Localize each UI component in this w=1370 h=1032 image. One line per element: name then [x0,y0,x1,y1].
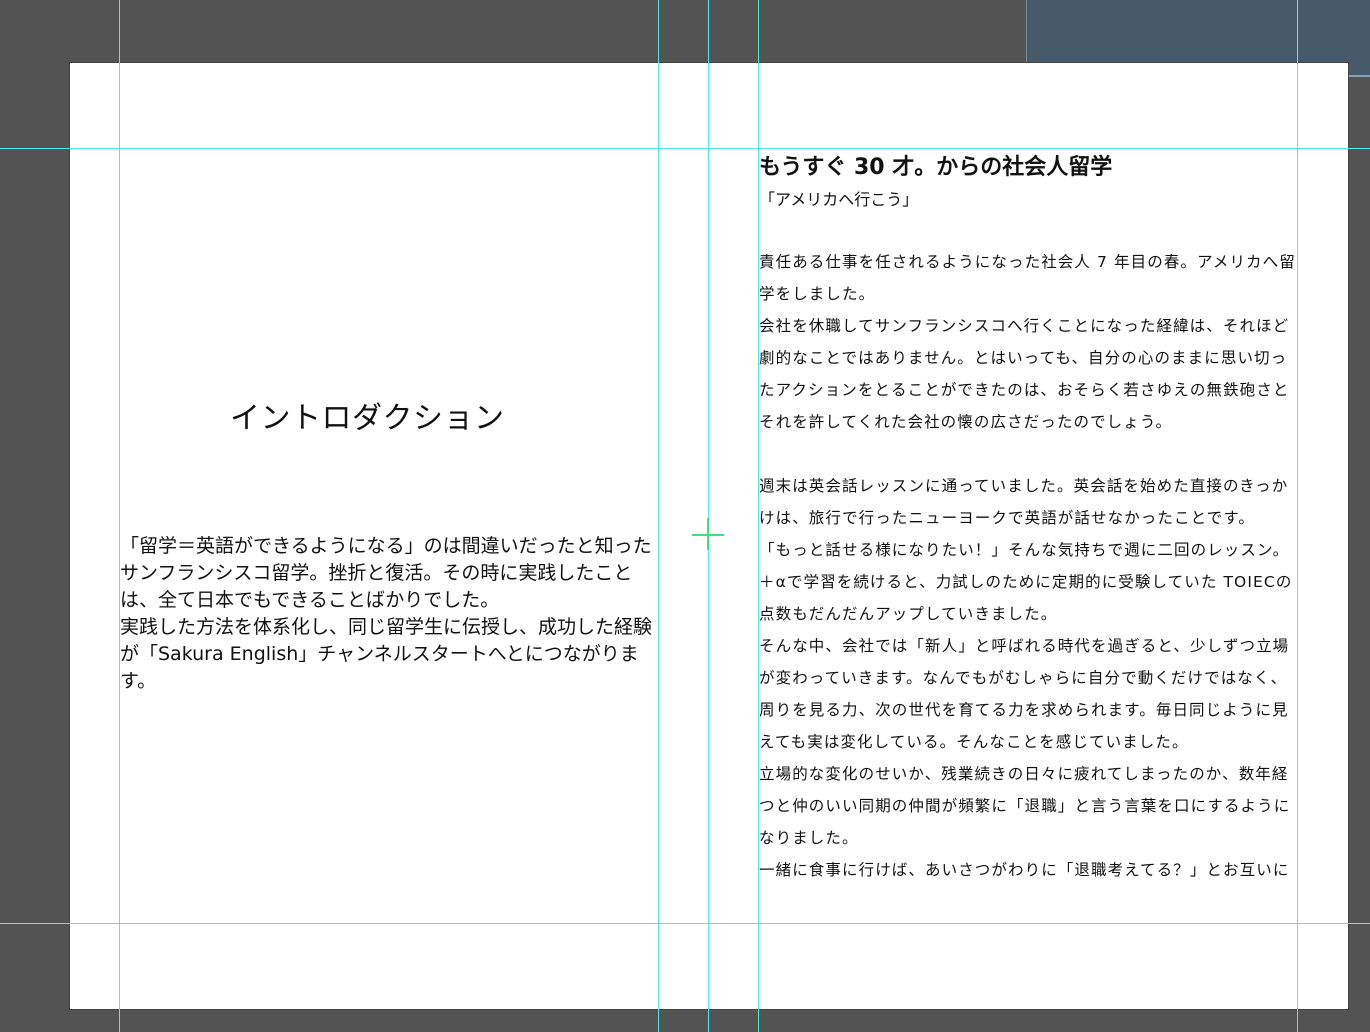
story-title: もうすぐ 30 才。からの社会人留学 [759,155,1113,180]
story-paragraph: 会社を休職してサンフランシスコへ行くことになった経緯は、それほど劇的なことではあ… [759,317,1290,431]
horizontal-guide[interactable] [0,148,1370,149]
story-paragraph: そんな中、会社では「新人」と呼ばれる時代を過ぎると、少しずつ立場が変わっていきま… [759,637,1290,751]
vertical-guide[interactable] [119,0,120,1032]
intro-text-frame[interactable]: 「留学＝英語ができるようになる」のは間違いだったと知ったサンフランシスコ留学。挫… [120,533,660,695]
story-subtitle: 「アメリカへ行こう」 [759,190,919,209]
story-paragraph: 立場的な変化のせいか、残業続きの日々に疲れてしまったのか、数年経つと仲のいい同期… [759,765,1291,847]
intro-paragraph: 「留学＝英語ができるようになる」のは間違いだったと知ったサンフランシスコ留学。挫… [120,535,652,611]
story-body: 責任ある仕事を任されるようになった社会人 7 年目の春。アメリカへ留学をしました… [759,246,1299,1014]
story-paragraph: 「もっと話せる様になりたい！」そんな気持ちで週に二回のレッスン。＋αで学習を続け… [759,541,1293,623]
vertical-guide[interactable] [658,0,659,1032]
story-text-frame[interactable]: もうすぐ 30 才。からの社会人留学 「アメリカへ行こう」 責任ある仕事を任され… [759,152,1299,1014]
intro-paragraph: 実践した方法を体系化し、同じ留学生に伝授し、成功した経験が「Sakura Eng… [120,616,653,692]
story-paragraph-blank [759,438,1299,470]
story-paragraph: 一緒に食事に行けば、あいさつがわりに「退職考えてる？」とお互いに [759,861,1290,879]
story-paragraph: 週末は英会話レッスンに通っていました。英会話を始めた直接のきっかけは、旅行で行っ… [759,477,1289,527]
crosshair-cursor-icon [707,518,709,550]
vertical-guide[interactable] [708,0,709,1032]
design-canvas[interactable]: イントロダクション 「留学＝英語ができるようになる」のは間違いだったと知ったサン… [0,0,1370,1032]
story-paragraph: 責任ある仕事を任されるようになった社会人 7 年目の春。アメリカへ留学をしました… [759,253,1296,303]
intro-title: イントロダクション [230,401,505,436]
